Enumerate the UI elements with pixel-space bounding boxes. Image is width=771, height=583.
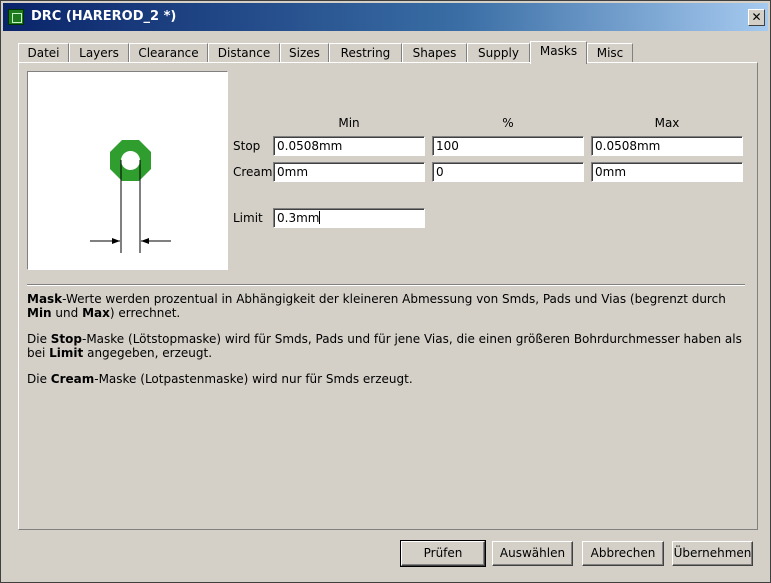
limit-value: 0.3mm: [277, 211, 320, 225]
description-cream: Die Cream-Maske (Lotpastenmaske) wird nu…: [27, 372, 745, 386]
cream-min-input[interactable]: 0mm: [273, 162, 425, 182]
drill-hole: [121, 151, 140, 170]
desc-text: Mask: [27, 292, 63, 306]
desc-text: Die: [27, 332, 51, 346]
cancel-button[interactable]: Abbrechen: [582, 541, 664, 566]
description-stop: Die Stop-Maske (Lötstopmaske) wird für S…: [27, 332, 745, 360]
desc-text: Cream: [50, 372, 95, 386]
limit-input[interactable]: 0.3mm: [273, 208, 425, 228]
tab-masks[interactable]: Masks: [530, 41, 587, 64]
cream-label: Cream: [233, 165, 273, 179]
title-bar[interactable]: DRC (HAREROD_2 *) ✕: [3, 3, 768, 31]
desc-text: Stop: [50, 332, 82, 346]
header-min: Min: [338, 116, 360, 130]
desc-text: -Werte werden prozentual in Abhängigkeit…: [62, 292, 726, 306]
desc-text: -Maske (Lotpastenmaske) wird nur für Smd…: [94, 372, 413, 386]
desc-text: Die: [27, 372, 51, 386]
limit-label: Limit: [233, 211, 263, 225]
stop-label: Stop: [233, 139, 261, 153]
eagle-app-icon: [8, 9, 24, 25]
tab-supply[interactable]: Supply: [467, 43, 530, 62]
stop-max-input[interactable]: 0.0508mm: [591, 136, 743, 156]
header-max: Max: [654, 116, 680, 130]
close-icon: ✕: [751, 10, 762, 24]
separator: [27, 284, 745, 286]
tab-sizes[interactable]: Sizes: [280, 43, 329, 62]
tab-misc[interactable]: Misc: [587, 43, 633, 62]
desc-text: ) errechnet.: [109, 306, 181, 320]
cream-max-input[interactable]: 0mm: [591, 162, 743, 182]
cream-percent-input[interactable]: 0: [432, 162, 584, 182]
mask-diagram: [90, 140, 171, 253]
desc-text: Max: [82, 306, 110, 320]
tab-strip: Datei Layers Clearance Distance Sizes Re…: [18, 41, 758, 64]
description-mask: Mask-Werte werden prozentual in Abhängig…: [27, 292, 745, 320]
desc-text: und: [51, 306, 83, 320]
tab-distance[interactable]: Distance: [208, 43, 280, 62]
mask-preview: [27, 71, 228, 270]
stop-min-input[interactable]: 0.0508mm: [273, 136, 425, 156]
apply-button[interactable]: Übernehmen: [672, 541, 753, 566]
tab-clearance[interactable]: Clearance: [129, 43, 208, 62]
select-button[interactable]: Auswählen: [492, 541, 573, 566]
desc-text: angegeben, erzeugt.: [83, 346, 213, 360]
tab-shapes[interactable]: Shapes: [402, 43, 467, 62]
text-cursor: [319, 211, 321, 224]
close-button[interactable]: ✕: [748, 9, 765, 26]
tab-datei[interactable]: Datei: [18, 43, 69, 62]
desc-text: Limit: [49, 346, 84, 360]
header-percent: %: [502, 116, 514, 130]
tab-restring[interactable]: Restring: [329, 43, 402, 62]
check-button[interactable]: Prüfen: [400, 540, 486, 567]
desc-text: Min: [27, 306, 52, 320]
tab-layers[interactable]: Layers: [69, 43, 129, 62]
stop-percent-input[interactable]: 100: [432, 136, 584, 156]
window-title: DRC (HAREROD_2 *): [31, 9, 177, 24]
